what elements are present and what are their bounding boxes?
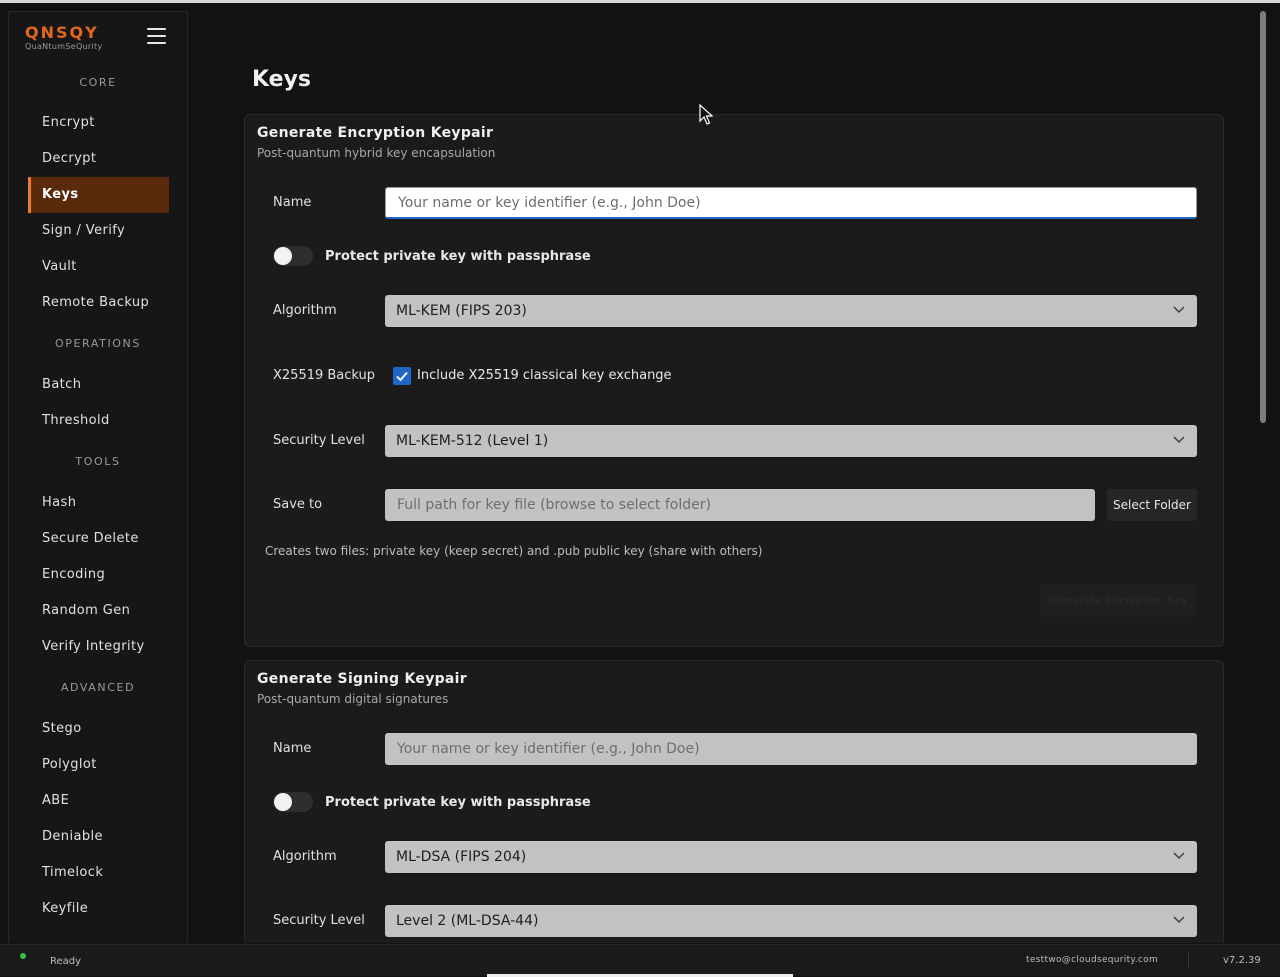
app-version: v7.2.39 [1223, 955, 1261, 966]
menu-toggle-icon[interactable] [146, 26, 168, 46]
files-hint: Creates two files: private key (keep sec… [265, 544, 763, 558]
nav-section-tools: TOOLS [75, 455, 121, 468]
sidebar-item-secure-delete[interactable]: Secure Delete [28, 521, 169, 557]
sidebar-item-keyfile[interactable]: Keyfile [28, 891, 169, 927]
status-text: Ready [50, 956, 82, 967]
generate-encryption-key-button[interactable]: Generate Encryption Key [1041, 585, 1197, 617]
app-window: QNSQY QuaNtumSeQurity CORE Encrypt Decry… [0, 3, 1280, 943]
name-label: Name [273, 741, 312, 756]
sidebar-item-sign-verify[interactable]: Sign / Verify [28, 213, 169, 249]
nav-section-operations: OPERATIONS [55, 337, 141, 350]
algorithm-label: Algorithm [273, 849, 337, 864]
page-title: Keys [252, 67, 312, 92]
signing-security-level-select[interactable]: Level 2 (ML-DSA-44) [385, 905, 1197, 937]
sidebar-item-remote-backup[interactable]: Remote Backup [28, 285, 169, 321]
x25519-checkbox[interactable] [393, 367, 411, 385]
save-to-label: Save to [273, 497, 323, 512]
signing-algorithm-select[interactable]: ML-DSA (FIPS 204) [385, 841, 1197, 873]
encryption-algorithm-select[interactable]: ML-KEM (FIPS 203) [385, 295, 1197, 327]
select-value: Level 2 (ML-DSA-44) [396, 913, 539, 929]
sidebar-item-batch[interactable]: Batch [28, 367, 169, 403]
card-subtitle: Post-quantum hybrid key encapsulation [257, 146, 496, 160]
mouse-cursor-icon [699, 104, 713, 125]
card-subtitle: Post-quantum digital signatures [257, 692, 449, 706]
security-level-label: Security Level [273, 433, 365, 448]
main-scrollbar[interactable] [1259, 11, 1267, 943]
nav-section-core: CORE [79, 76, 117, 89]
encryption-keypair-card: Generate Encryption Keypair Post-quantum… [244, 114, 1224, 647]
main-content: Keys Generate Encryption Keypair Post-qu… [188, 3, 1258, 943]
nav-section-advanced: ADVANCED [60, 681, 136, 694]
status-bar: Ready testtwo@cloudsequrity.com v7.2.39 [0, 944, 1280, 977]
passphrase-toggle-label: Protect private key with passphrase [325, 795, 591, 810]
sidebar-item-random-gen[interactable]: Random Gen [28, 593, 169, 629]
sidebar-item-verify-integrity[interactable]: Verify Integrity [28, 629, 169, 665]
sidebar-item-polyglot[interactable]: Polyglot [28, 747, 169, 783]
sidebar-item-encrypt[interactable]: Encrypt [28, 105, 169, 141]
status-indicator-icon [20, 953, 26, 959]
passphrase-toggle-label: Protect private key with passphrase [325, 249, 591, 264]
select-value: ML-DSA (FIPS 204) [396, 849, 527, 865]
app-logo: QNSQY QuaNtumSeQurity [25, 24, 135, 56]
encryption-name-input[interactable] [385, 187, 1197, 219]
encryption-security-level-select[interactable]: ML-KEM-512 (Level 1) [385, 425, 1197, 457]
sidebar-item-keys[interactable]: Keys [28, 177, 169, 213]
x25519-label: X25519 Backup [273, 368, 376, 383]
signing-name-input[interactable] [385, 733, 1197, 765]
sidebar-item-vault[interactable]: Vault [28, 249, 169, 285]
sidebar-item-threshold[interactable]: Threshold [28, 403, 169, 439]
signing-passphrase-toggle[interactable] [273, 792, 313, 812]
sidebar-item-stego[interactable]: Stego [28, 711, 169, 747]
security-level-label: Security Level [273, 913, 365, 928]
sidebar: QNSQY QuaNtumSeQurity CORE Encrypt Decry… [8, 11, 188, 943]
chevron-down-icon [1173, 306, 1185, 313]
sidebar-item-abe[interactable]: ABE [28, 783, 169, 819]
checkmark-icon [396, 371, 408, 382]
card-title: Generate Encryption Keypair [257, 125, 494, 141]
logo-tagline: QuaNtumSeQurity [25, 42, 103, 51]
sidebar-item-encoding[interactable]: Encoding [28, 557, 169, 593]
user-email: testtwo@cloudsequrity.com [1026, 955, 1159, 965]
chevron-down-icon [1173, 852, 1185, 859]
name-label: Name [273, 195, 312, 210]
signing-keypair-card: Generate Signing Keypair Post-quantum di… [244, 660, 1224, 943]
scrollbar-thumb[interactable] [1260, 11, 1266, 423]
select-folder-button[interactable]: Select Folder [1107, 489, 1197, 521]
card-title: Generate Signing Keypair [257, 671, 467, 687]
logo-wordmark: QNSQY [25, 23, 99, 42]
chevron-down-icon [1173, 916, 1185, 923]
algorithm-label: Algorithm [273, 303, 337, 318]
status-divider [1188, 953, 1189, 967]
sidebar-item-hash[interactable]: Hash [28, 485, 169, 521]
sidebar-item-deniable[interactable]: Deniable [28, 819, 169, 855]
save-path-input[interactable] [385, 489, 1095, 521]
select-value: ML-KEM (FIPS 203) [396, 303, 527, 319]
select-value: ML-KEM-512 (Level 1) [396, 433, 549, 449]
encryption-passphrase-toggle[interactable] [273, 246, 313, 266]
x25519-checkbox-label: Include X25519 classical key exchange [417, 368, 672, 383]
chevron-down-icon [1173, 436, 1185, 443]
sidebar-item-decrypt[interactable]: Decrypt [28, 141, 169, 177]
sidebar-item-timelock[interactable]: Timelock [28, 855, 169, 891]
